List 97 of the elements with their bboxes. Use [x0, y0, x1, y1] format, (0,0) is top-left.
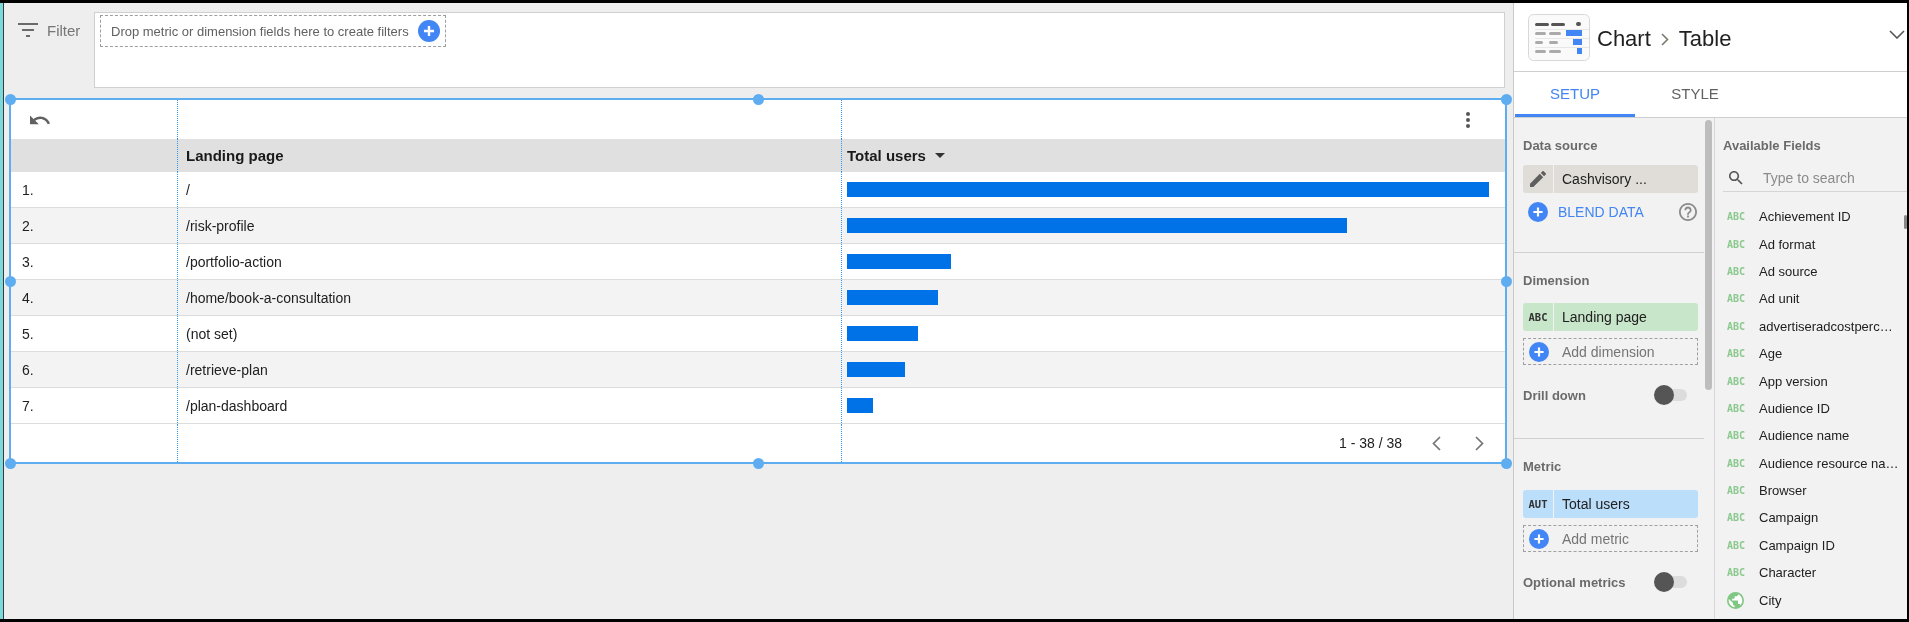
table-cell: /home/book-a-consultation: [186, 289, 351, 306]
row-number: 6.: [22, 361, 34, 378]
kebab-menu-icon[interactable]: [1466, 111, 1470, 128]
chevron-down-icon[interactable]: [1889, 29, 1905, 39]
field-type-label: ABC: [1727, 375, 1746, 387]
section-heading: Available Fields: [1723, 138, 1822, 154]
resize-handle[interactable]: [4, 275, 16, 287]
field-name[interactable]: Achievement ID: [1759, 209, 1851, 225]
field-type-label: ABC: [1727, 457, 1746, 469]
chevron-left-icon[interactable]: [1432, 435, 1441, 451]
drop-zone-hint: Drop metric or dimension fields here to create filters: [111, 23, 409, 39]
field-name[interactable]: Audience resource na…: [1759, 455, 1899, 471]
toggle-label: Drill down: [1523, 387, 1586, 403]
chevron-right-icon: [1660, 32, 1669, 46]
resize-handle[interactable]: [4, 93, 16, 105]
column-header[interactable]: Total users: [847, 147, 945, 164]
field-name[interactable]: Audience ID: [1759, 400, 1830, 416]
filter-drop-zone[interactable]: Drop metric or dimension fields here to create filters: [100, 15, 446, 47]
search-icon: [1729, 170, 1743, 185]
field-type-label: ABC: [1727, 211, 1746, 223]
breadcrumb-item[interactable]: Chart: [1597, 26, 1651, 52]
row-number: 4.: [22, 289, 34, 306]
chevron-right-icon[interactable]: [1475, 435, 1484, 451]
table-cell: /risk-profile: [186, 217, 255, 234]
filter-icon: [18, 23, 38, 37]
row-number: 3.: [22, 253, 34, 270]
plus-circle-icon[interactable]: [417, 20, 440, 42]
field-name[interactable]: Character: [1759, 565, 1817, 581]
field-type-label: ABC: [1727, 539, 1746, 551]
section-heading: Dimension: [1523, 273, 1591, 289]
resize-handle[interactable]: [4, 457, 16, 469]
scrollbar-thumb[interactable]: [1904, 215, 1907, 229]
column-header[interactable]: Landing page: [186, 147, 284, 164]
field-name[interactable]: City: [1759, 592, 1782, 608]
sort-caret-icon: [934, 153, 945, 158]
field-type-label: ABC: [1727, 402, 1746, 414]
field-type-label: ABC: [1727, 265, 1746, 277]
dimension-chip[interactable]: Landing page: [1554, 303, 1698, 331]
search-field[interactable]: Type to search: [1763, 169, 1903, 186]
resize-handle[interactable]: [1500, 275, 1512, 287]
row-number: 5.: [22, 325, 34, 342]
toggle-switch[interactable]: [1654, 385, 1688, 405]
globe-icon: [1727, 591, 1744, 609]
data-source-chip[interactable]: Cashvisory ...: [1554, 165, 1698, 193]
row-number: 1.: [22, 181, 34, 198]
field-type-label: ABC: [1727, 348, 1746, 360]
field-name[interactable]: Ad source: [1759, 263, 1818, 279]
toggle-switch[interactable]: [1654, 572, 1688, 592]
field-type-badge: ABC: [1523, 303, 1553, 331]
field-type-label: ABC: [1727, 567, 1746, 579]
metric-chip[interactable]: Total users: [1554, 490, 1698, 518]
field-name[interactable]: Age: [1759, 346, 1783, 362]
plus-circle-icon[interactable]: [1528, 202, 1548, 222]
field-name[interactable]: Campaign ID: [1759, 537, 1835, 553]
plus-circle-icon[interactable]: [1529, 528, 1549, 549]
breadcrumb-item[interactable]: Table: [1678, 26, 1732, 52]
field-name[interactable]: Ad format: [1759, 236, 1816, 252]
table-cell: (not set): [186, 325, 238, 342]
table-chart-icon[interactable]: [1528, 13, 1590, 61]
toggle-label: Optional metrics: [1523, 574, 1626, 590]
tab[interactable]: STYLE: [1635, 72, 1755, 117]
field-type-label: ABC: [1727, 485, 1746, 497]
undo-icon[interactable]: [30, 114, 51, 125]
help-icon[interactable]: [1679, 203, 1697, 221]
add-dimension-button[interactable]: Add dimension: [1523, 338, 1698, 365]
row-number: 7.: [22, 397, 34, 414]
field-name[interactable]: Ad unit: [1759, 291, 1800, 307]
field-type-label: ABC: [1727, 512, 1746, 524]
field-type-label: ABC: [1727, 320, 1746, 332]
field-type-label: ABC: [1727, 293, 1746, 305]
field-name[interactable]: Campaign: [1759, 510, 1819, 526]
field-name[interactable]: Audience name: [1759, 428, 1850, 444]
row-number: 2.: [22, 217, 34, 234]
table-cell: /portfolio-action: [186, 253, 282, 270]
filter-label: Filter: [47, 21, 81, 39]
field-type-badge: AUT: [1523, 490, 1553, 518]
field-name[interactable]: advertiseradcostperc…: [1759, 318, 1893, 334]
table-cell: /retrieve-plan: [186, 361, 268, 378]
field-name[interactable]: Browser: [1759, 483, 1807, 499]
field-type-label: ABC: [1727, 238, 1746, 250]
resize-handle[interactable]: [1500, 457, 1512, 469]
edit-data-source-button[interactable]: [1523, 165, 1553, 193]
table-cell: /plan-dashboard: [186, 397, 288, 414]
add-metric-button[interactable]: Add metric: [1523, 525, 1698, 552]
scrollbar-thumb[interactable]: [1705, 120, 1712, 390]
resize-handle[interactable]: [752, 457, 764, 469]
plus-circle-icon[interactable]: [1529, 341, 1549, 362]
field-type-label: ABC: [1727, 430, 1746, 442]
pagination-label: 1 - 38 / 38: [1338, 435, 1402, 451]
section-heading: Metric: [1523, 459, 1563, 475]
resize-handle[interactable]: [752, 93, 764, 105]
field-name[interactable]: App version: [1759, 373, 1828, 389]
pencil-icon: [1530, 171, 1546, 187]
section-heading: Data source: [1523, 138, 1599, 154]
resize-handle[interactable]: [1500, 93, 1512, 105]
table-cell: /: [186, 181, 190, 198]
table-chart[interactable]: Landing page Total users 1. / 2. /risk-profile 3. /portfolio-action 4. /home/book-a-consultation 5. (not set) 6. /retrieve-plan 7. /plan-dashboard 1 - 38 / 38: [9, 98, 1507, 464]
